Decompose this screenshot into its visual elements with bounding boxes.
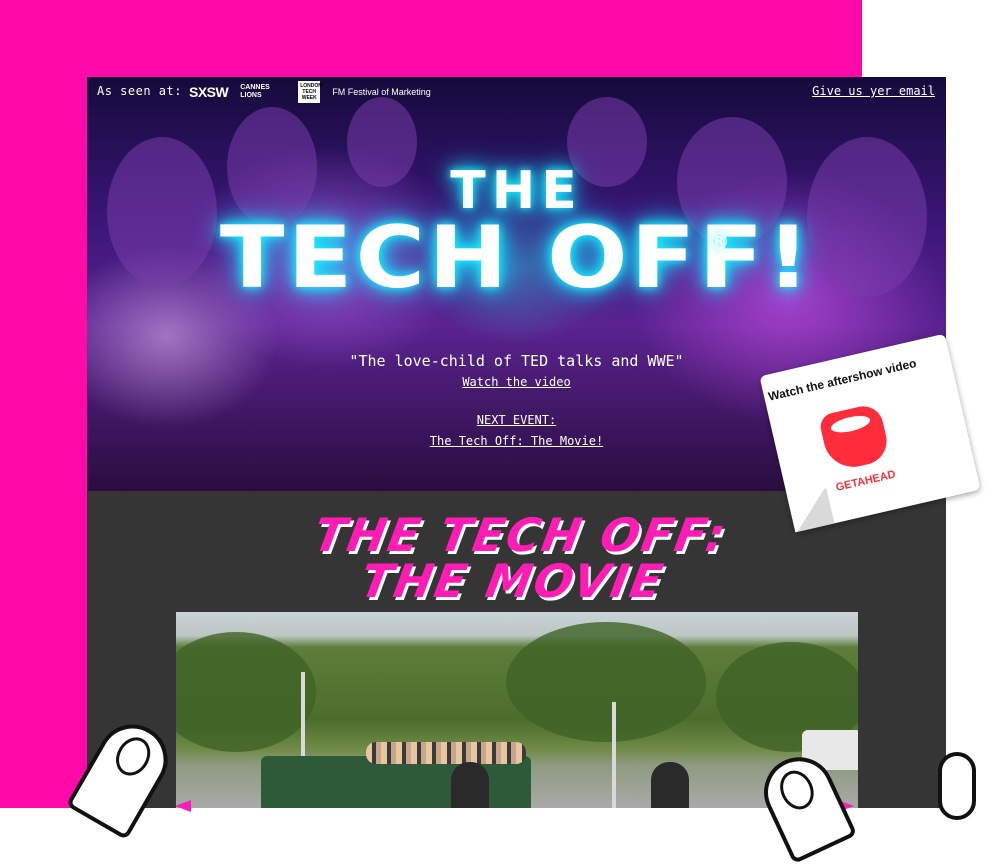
next-event-text[interactable]: NEXT EVENT:: [477, 413, 556, 427]
crowd-on-tram: [366, 742, 526, 764]
tree-foliage: [176, 632, 316, 752]
sxsw-logo: SXSW: [189, 84, 229, 100]
festival-of-marketing-logo: FM Festival of Marketing: [332, 87, 431, 97]
email-signup-link[interactable]: Give us yer email: [812, 84, 935, 98]
london-tech-week-logo: LONDON TECH WEEK: [298, 81, 322, 103]
getahead-head-icon: [817, 402, 892, 473]
watch-video-label[interactable]: Watch the video: [462, 375, 570, 389]
arrow-left-icon[interactable]: [175, 800, 191, 812]
utility-pole: [612, 702, 616, 808]
press-logos: SXSW CANNES LIONS LONDON TECH WEEK FM Fe…: [189, 81, 431, 103]
top-bar: As seen at: SXSW CANNES LIONS LONDON TEC…: [87, 77, 946, 107]
tree-foliage: [506, 622, 706, 742]
movie-title-line-2: THE MOVIE: [356, 554, 669, 608]
cannes-lions-logo: CANNES LIONS: [240, 84, 270, 99]
next-event-link-label[interactable]: The Tech Off: The Movie!: [430, 434, 603, 448]
tech-off-logo: THE TECH OFF!: [87, 165, 946, 308]
as-seen-at-label: As seen at:: [97, 84, 182, 98]
title-line-2: TECH OFF!: [219, 208, 814, 308]
rider-figure: [451, 762, 489, 808]
rider-figure: [651, 762, 689, 808]
pointing-hand-icon: [938, 752, 976, 820]
movie-video-player[interactable]: [176, 612, 858, 808]
registered-mark: ®: [708, 230, 730, 255]
